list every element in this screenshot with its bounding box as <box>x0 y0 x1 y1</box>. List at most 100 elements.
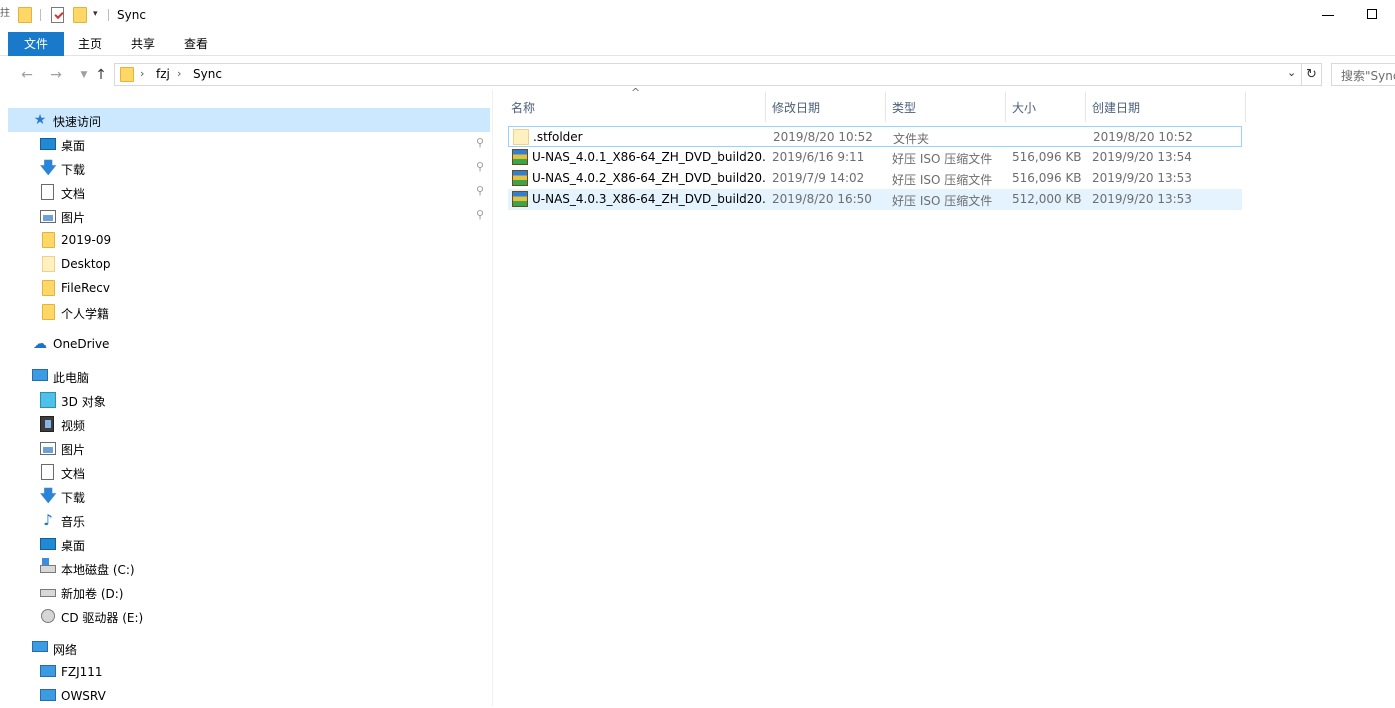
file-row[interactable]: .stfolder 2019/8/20 10:52 文件夹 2019/8/20 … <box>508 126 1242 147</box>
network-icon <box>32 641 48 652</box>
file-modified: 2019/8/20 10:52 <box>773 130 873 144</box>
separator <box>40 9 41 21</box>
file-name: U-NAS_4.0.3_X86-64_ZH_DVD_build20... <box>532 192 766 206</box>
pin-icon[interactable]: ⚲ <box>476 208 484 221</box>
nav-item-pictures-pc[interactable]: 图片 <box>8 436 490 460</box>
recent-locations-icon[interactable]: ▼ <box>75 66 93 84</box>
nav-item-documents[interactable]: 文档 ⚲ <box>8 180 490 204</box>
nav-network[interactable]: 网络 <box>8 636 490 660</box>
nav-quick-access[interactable]: ★ 快速访问 <box>8 108 490 132</box>
music-icon: ♪ <box>43 511 53 529</box>
nav-label: 桌面 <box>61 539 86 553</box>
pin-icon[interactable]: ⚲ <box>476 160 484 173</box>
tab-file[interactable]: 文件 <box>8 32 64 56</box>
nav-item-personal-records[interactable]: 个人学籍 <box>8 300 490 324</box>
document-icon <box>41 184 54 200</box>
tab-view[interactable]: 查看 <box>170 32 222 56</box>
nav-item-owsrv[interactable]: OWSRV <box>8 684 490 708</box>
file-size: 516,096 KB <box>1012 150 1082 164</box>
file-type: 好压 ISO 压缩文件 <box>892 152 993 166</box>
folder-icon <box>42 280 55 296</box>
column-header-created[interactable]: 创建日期 <box>1086 92 1246 122</box>
nav-label: 3D 对象 <box>61 395 106 409</box>
nav-item-music[interactable]: ♪ 音乐 <box>8 508 490 532</box>
pane-divider[interactable] <box>492 90 493 706</box>
column-header-size[interactable]: 大小 <box>1006 92 1086 122</box>
tab-share[interactable]: 共享 <box>117 32 169 56</box>
file-name: .stfolder <box>533 130 583 144</box>
nav-item-pictures[interactable]: 图片 ⚲ <box>8 204 490 228</box>
folder-icon <box>42 256 55 272</box>
nav-label: OWSRV <box>61 689 106 703</box>
file-type: 好压 ISO 压缩文件 <box>892 173 993 187</box>
nav-item-cd-drive-e[interactable]: CD 驱动器 (E:) <box>8 604 490 628</box>
nav-this-pc[interactable]: 此电脑 <box>8 364 490 388</box>
chevron-right-icon[interactable]: › <box>177 67 181 80</box>
quick-access-dropdown-icon[interactable]: ▾ <box>93 9 98 19</box>
minimize-button[interactable] <box>1322 15 1334 16</box>
nav-item-desktop-folder[interactable]: Desktop <box>8 252 490 276</box>
nav-item-desktop[interactable]: 桌面 ⚲ <box>8 132 490 156</box>
nav-item-downloads[interactable]: 🡇 下载 ⚲ <box>8 156 490 180</box>
new-folder-icon[interactable] <box>73 7 87 23</box>
nav-item-fzj111[interactable]: FZJ111 <box>8 660 490 684</box>
nav-label: 视频 <box>61 419 86 433</box>
desktop-icon <box>40 138 56 150</box>
nav-item-filerecv[interactable]: FileRecv <box>8 276 490 300</box>
nav-item-volume-d[interactable]: 新加卷 (D:) <box>8 580 490 604</box>
nav-label: 桌面 <box>61 139 86 153</box>
search-input[interactable]: 搜索"Sync" <box>1331 63 1395 86</box>
nav-label: CD 驱动器 (E:) <box>61 611 144 625</box>
nav-item-videos[interactable]: 视频 <box>8 412 490 436</box>
window-title: Sync <box>117 8 146 22</box>
file-created: 2019/9/20 13:53 <box>1092 192 1192 206</box>
file-type: 文件夹 <box>893 132 930 146</box>
nav-item-local-disk-c[interactable]: 本地磁盘 (C:) <box>8 556 490 580</box>
nav-label: Desktop <box>61 257 111 271</box>
nav-item-3d-objects[interactable]: 3D 对象 <box>8 388 490 412</box>
folder-icon <box>18 7 32 23</box>
nav-onedrive[interactable]: ☁ OneDrive <box>8 332 490 356</box>
address-bar[interactable]: › fzj › Sync ⌄ <box>114 63 1302 86</box>
nav-label: 图片 <box>61 443 86 457</box>
nav-label: FileRecv <box>61 281 110 295</box>
chevron-down-icon[interactable]: ⌄ <box>1287 66 1296 79</box>
file-row[interactable]: U-NAS_4.0.3_X86-64_ZH_DVD_build20... 201… <box>508 189 1242 210</box>
file-created: 2019/9/20 13:54 <box>1092 150 1192 164</box>
column-header-name[interactable]: 名称 <box>505 92 766 122</box>
file-name: U-NAS_4.0.1_X86-64_ZH_DVD_build20... <box>532 150 766 164</box>
column-header-type[interactable]: 类型 <box>886 92 1006 122</box>
nav-item-downloads-pc[interactable]: 🡇 下载 <box>8 484 490 508</box>
column-header-modified[interactable]: 修改日期 <box>766 92 886 122</box>
nav-item-2019-09[interactable]: 2019-09 <box>8 228 490 252</box>
breadcrumb-sync[interactable]: Sync <box>193 67 222 81</box>
file-modified: 2019/6/16 9:11 <box>772 150 865 164</box>
pin-icon[interactable]: ⚲ <box>476 136 484 149</box>
refresh-button[interactable]: ↻ <box>1302 63 1322 86</box>
separator <box>108 9 109 21</box>
back-button[interactable]: ← <box>18 66 36 84</box>
chevron-right-icon[interactable]: › <box>140 67 144 80</box>
file-row[interactable]: U-NAS_4.0.1_X86-64_ZH_DVD_build20... 201… <box>508 147 1242 168</box>
forward-button[interactable]: → <box>47 66 65 84</box>
tab-home[interactable]: 主页 <box>64 32 116 56</box>
breadcrumb-fzj[interactable]: fzj <box>156 67 170 81</box>
properties-icon[interactable] <box>51 7 64 23</box>
desktop-icon <box>40 538 56 550</box>
up-button[interactable]: ↑ <box>92 66 110 84</box>
cloud-icon: ☁ <box>33 336 47 352</box>
file-row[interactable]: U-NAS_4.0.2_X86-64_ZH_DVD_build20... 201… <box>508 168 1242 189</box>
nav-label: 此电脑 <box>53 371 90 385</box>
document-icon <box>41 464 54 480</box>
file-created: 2019/9/20 13:53 <box>1092 171 1192 185</box>
local-disk-icon <box>40 558 56 573</box>
nav-item-desktop-pc[interactable]: 桌面 <box>8 532 490 556</box>
picture-icon <box>40 442 56 455</box>
folder-icon <box>120 67 134 82</box>
nav-label: FZJ111 <box>61 665 103 679</box>
nav-label: 个人学籍 <box>61 307 110 321</box>
nav-item-documents-pc[interactable]: 文档 <box>8 460 490 484</box>
nav-label: 下载 <box>61 163 86 177</box>
maximize-button[interactable] <box>1367 9 1377 19</box>
pin-icon[interactable]: ⚲ <box>476 184 484 197</box>
